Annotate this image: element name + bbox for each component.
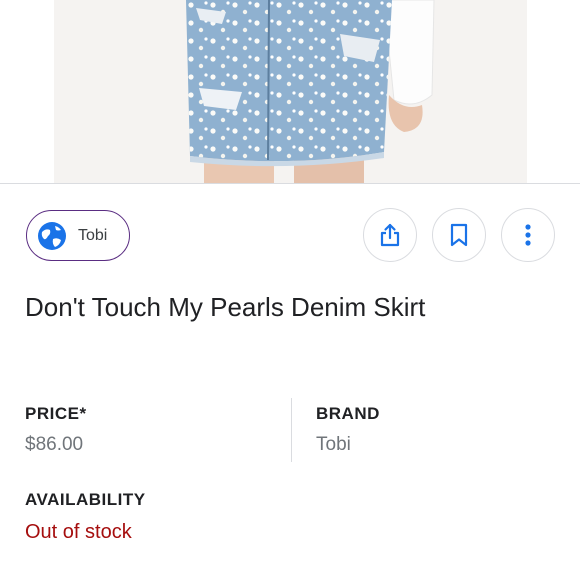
share-icon	[380, 223, 400, 247]
product-image[interactable]	[54, 0, 527, 183]
detail-divider	[291, 398, 292, 462]
save-button[interactable]	[432, 208, 486, 262]
price-value: $86.00	[25, 434, 84, 455]
divider	[0, 183, 580, 184]
brand-label: BRAND	[316, 404, 380, 423]
source-name: Tobi	[78, 226, 108, 244]
availability-label: AVAILABILITY	[25, 490, 146, 509]
more-vert-icon	[525, 224, 531, 246]
source-chip[interactable]: Tobi	[26, 210, 130, 261]
skirt-photo	[54, 0, 527, 183]
product-title: Don't Touch My Pearls Denim Skirt	[25, 292, 426, 322]
brand-value: Tobi	[316, 434, 351, 455]
globe-icon	[38, 221, 66, 250]
share-button[interactable]	[363, 208, 417, 262]
product-image-area[interactable]	[0, 0, 580, 183]
price-label: PRICE*	[25, 404, 87, 423]
more-options-button[interactable]	[501, 208, 555, 262]
bookmark-icon	[450, 223, 468, 247]
availability-value: Out of stock	[25, 521, 132, 543]
